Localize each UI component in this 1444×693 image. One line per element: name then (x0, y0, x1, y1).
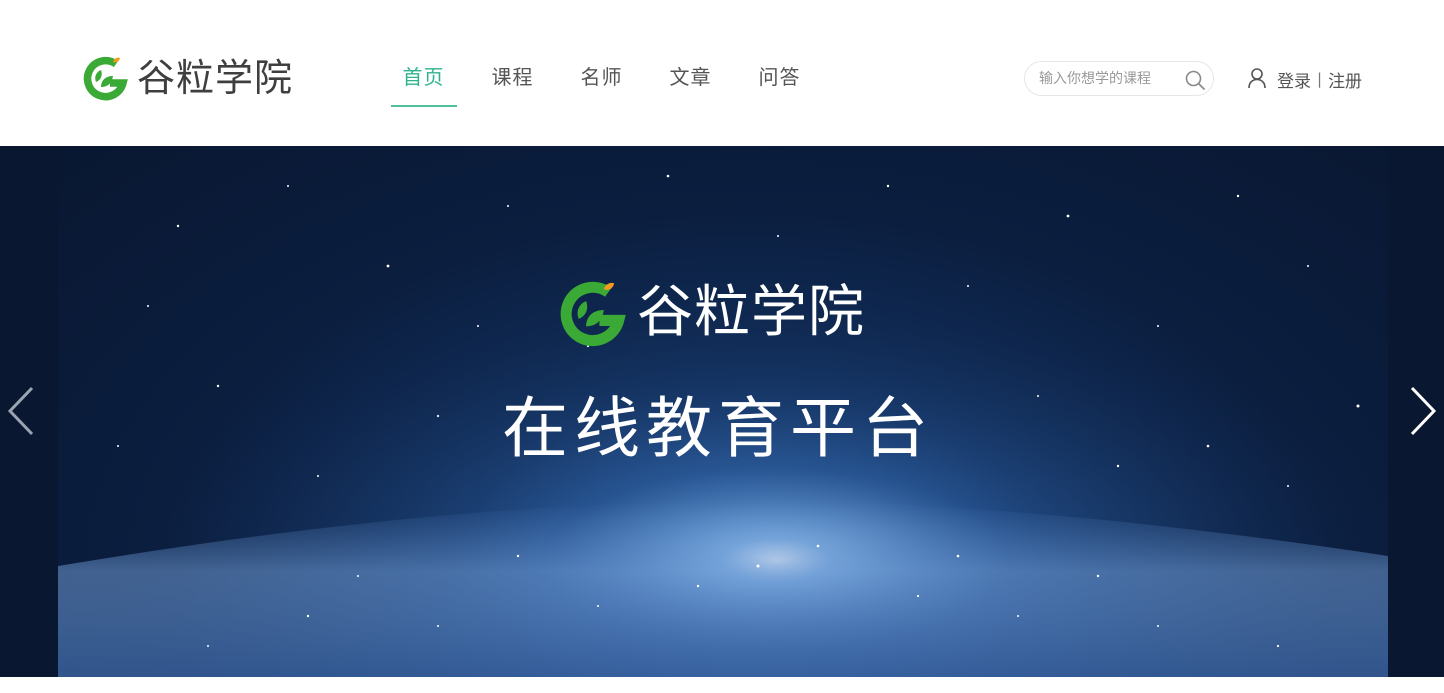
login-link[interactable]: 登录 (1277, 67, 1311, 92)
main-nav: 首页 课程 名师 文章 问答 (390, 58, 835, 108)
nav-item-home[interactable]: 首页 (390, 58, 479, 107)
chevron-left-icon[interactable] (4, 384, 40, 438)
site-logo[interactable]: 谷粒学院 (80, 52, 293, 104)
nav-item-teachers[interactable]: 名师 (568, 58, 657, 107)
nav-item-courses[interactable]: 课程 (479, 58, 568, 107)
search-input[interactable] (1039, 68, 1179, 90)
banner-slogan: 在线教育平台 (502, 390, 934, 467)
register-link[interactable]: 注册 (1328, 67, 1362, 92)
site-header: 谷粒学院 首页 课程 名师 文章 问答 登录 | 注册 (0, 0, 1444, 146)
logo-text: 谷粒学院 (137, 56, 294, 100)
banner-logo: 谷粒学院 (555, 276, 865, 350)
page-bottom-strip (0, 677, 1444, 693)
nav-item-qa[interactable]: 问答 (746, 58, 835, 107)
nav-item-label: 课程 (491, 65, 534, 89)
nav-item-label: 问答 (758, 65, 801, 89)
banner-brand-name: 谷粒学院 (637, 280, 865, 345)
nav-item-label: 文章 (669, 65, 712, 89)
nav-item-label: 名师 (580, 65, 623, 89)
auth-links: 登录 | 注册 (1277, 66, 1362, 92)
auth-separator: | (1317, 70, 1323, 88)
logo-mark-icon (83, 56, 128, 101)
search-icon[interactable] (1183, 68, 1207, 92)
chevron-right-icon[interactable] (1404, 384, 1440, 438)
nav-item-articles[interactable]: 文章 (657, 58, 746, 107)
logo-mark-icon (560, 281, 626, 347)
user-icon (1248, 68, 1266, 89)
search-box (1024, 61, 1214, 96)
hero-carousel: 谷粒学院 在线教育平台 (0, 146, 1444, 677)
nav-item-label: 首页 (402, 65, 445, 89)
